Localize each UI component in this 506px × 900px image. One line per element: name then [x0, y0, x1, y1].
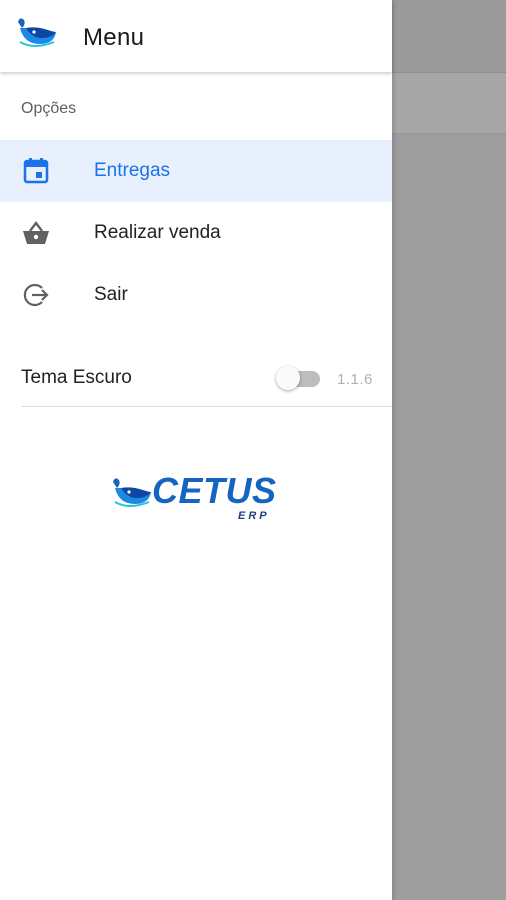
brand-name: CETUS: [152, 470, 277, 511]
menu-item-label: Entregas: [94, 160, 171, 181]
brand-subtitle: ERP: [238, 510, 270, 522]
theme-label: Tema Escuro: [21, 367, 132, 388]
menu-item-label: Realizar venda: [94, 222, 221, 243]
shopping-basket-icon: [23, 221, 49, 244]
menu-item-realizar-venda[interactable]: Realizar venda: [0, 202, 392, 264]
divider: [21, 406, 392, 407]
drawer-header: Menu: [0, 0, 392, 72]
toggle-thumb: [276, 366, 300, 390]
whale-logo-icon: [113, 478, 151, 507]
dark-theme-toggle[interactable]: [276, 366, 324, 390]
navigation-drawer: Menu Opções Entregas Realizar venda Sair…: [0, 0, 392, 900]
calendar-icon: [23, 158, 49, 184]
menu-item-entregas[interactable]: Entregas: [0, 140, 392, 202]
whale-logo-icon: [18, 18, 56, 47]
logout-icon: [23, 283, 49, 307]
section-title: Opções: [21, 100, 77, 117]
app-version: 1.1.6: [337, 371, 373, 388]
menu-item-sair[interactable]: Sair: [0, 264, 392, 326]
menu-item-label: Sair: [94, 284, 128, 305]
brand-logo: CETUS ERP: [108, 470, 276, 526]
drawer-title: Menu: [83, 24, 145, 51]
theme-row: Tema Escuro 1.1.6: [0, 350, 392, 406]
